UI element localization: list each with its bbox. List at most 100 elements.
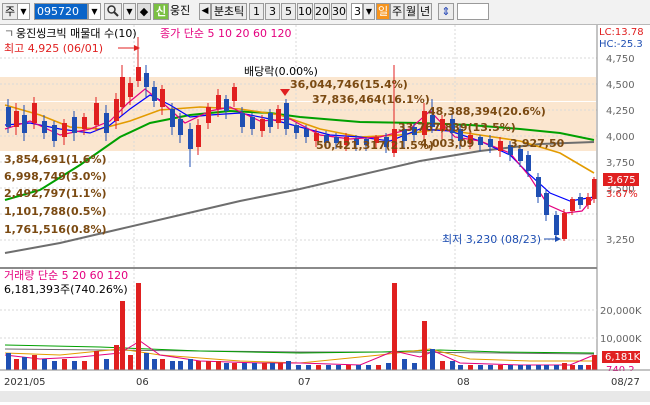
volume-bar bbox=[188, 359, 193, 370]
volume-bar bbox=[498, 365, 503, 370]
prev-stock-icon[interactable]: ◆ bbox=[137, 3, 151, 20]
volume-bar bbox=[278, 363, 283, 370]
candle bbox=[128, 83, 133, 97]
volume-bar bbox=[562, 363, 567, 370]
candle bbox=[52, 125, 57, 141]
interval-20-button[interactable]: 20 bbox=[314, 3, 330, 20]
volume-bar bbox=[52, 361, 57, 370]
candle bbox=[188, 129, 193, 149]
volume-profile-label: 2,492,797(1.1%) bbox=[4, 187, 107, 200]
count-input[interactable] bbox=[457, 3, 489, 20]
volume-bar bbox=[72, 361, 77, 370]
candle bbox=[196, 125, 201, 147]
candle bbox=[224, 99, 229, 111]
day-tab[interactable]: 일 bbox=[376, 3, 390, 20]
period-unit-tab[interactable]: 분초틱 bbox=[211, 3, 247, 20]
interval-3-button[interactable]: 3 bbox=[265, 3, 280, 20]
volume-profile-label: 36,044,746(15.4%) bbox=[290, 78, 408, 91]
volume-bar bbox=[518, 365, 523, 370]
volume-bar bbox=[376, 365, 381, 370]
volume-bar bbox=[458, 365, 463, 370]
candle bbox=[144, 73, 149, 87]
chevron-down-icon[interactable]: ▼ bbox=[363, 3, 375, 20]
volume-bar bbox=[120, 301, 125, 370]
volume-bar bbox=[392, 283, 397, 370]
candle bbox=[62, 123, 67, 137]
candle bbox=[114, 99, 119, 121]
volume-bar bbox=[508, 365, 513, 370]
volume-legend: 거래량 단순 5 20 60 120 bbox=[4, 269, 128, 282]
volume-bar bbox=[62, 359, 67, 370]
candle bbox=[82, 117, 87, 129]
x-tick: 2021/05 bbox=[4, 377, 46, 388]
volume-bar bbox=[160, 359, 165, 370]
legend-stock: ㄱ bbox=[4, 27, 14, 40]
volume-bar bbox=[336, 365, 341, 370]
month-tab[interactable]: 월 bbox=[404, 3, 418, 20]
lc-label: LC:13.78 bbox=[599, 27, 644, 38]
candle bbox=[6, 107, 11, 127]
chevron-down-icon[interactable]: ▼ bbox=[18, 3, 30, 20]
market-type-select[interactable]: 주 bbox=[2, 3, 18, 20]
hc-label: HC:-25.3 bbox=[599, 39, 643, 50]
week-tab[interactable]: 주 bbox=[390, 3, 404, 20]
candle bbox=[578, 197, 583, 205]
volume-profile-label: 37,836,464(16.1%) bbox=[312, 93, 430, 106]
x-tick: 07 bbox=[298, 377, 311, 388]
candle bbox=[562, 213, 567, 239]
volume-bar bbox=[592, 355, 597, 370]
max-price-label: 최고 4,925 (06/01) bbox=[4, 42, 103, 55]
legend-stock-name: 웅진씽크빅 매물대 수(10) bbox=[16, 27, 137, 40]
volume-bar bbox=[440, 361, 445, 370]
candle bbox=[488, 139, 493, 147]
y-tick: 4,500 bbox=[606, 80, 635, 91]
candle bbox=[94, 103, 99, 125]
volume-profile-label: 3,854,691(1.6%) bbox=[4, 153, 107, 166]
interval-1-button[interactable]: 1 bbox=[249, 3, 264, 20]
volume-bar bbox=[296, 365, 301, 370]
volume-bar bbox=[152, 359, 157, 370]
volume-bar bbox=[224, 363, 229, 370]
volume-bar bbox=[430, 349, 435, 370]
volume-bar bbox=[286, 361, 291, 370]
candle bbox=[14, 111, 19, 127]
volume-bar bbox=[170, 361, 175, 370]
chart-area[interactable]: 최고 4,925 (06/01) 최저 3,230 (08/23) 배당락(0.… bbox=[0, 25, 650, 402]
interval-10-button[interactable]: 10 bbox=[297, 3, 313, 20]
candle bbox=[22, 115, 27, 133]
volume-bar bbox=[6, 353, 11, 370]
volume-y-tick: 10,000K bbox=[600, 334, 642, 345]
updown-arrow-icon[interactable]: ⇕ bbox=[438, 3, 454, 20]
chart-toolbar: 주 ▼ 095720 ▼ ▼ ◆ 신 웅진 ◀ 분초틱 1 3 5 10 20 … bbox=[0, 0, 650, 25]
chevron-down-icon[interactable]: ▼ bbox=[88, 3, 101, 20]
volume-profile-label: 48,388,394(20.6%) bbox=[428, 105, 546, 118]
search-icon[interactable] bbox=[104, 3, 122, 20]
candle bbox=[72, 117, 77, 133]
candle bbox=[206, 107, 211, 123]
volume-profile-label: 50,421,317(21.5%) bbox=[316, 139, 434, 152]
candle bbox=[260, 119, 265, 131]
interval-5-button[interactable]: 5 bbox=[281, 3, 296, 20]
volume-bar bbox=[356, 365, 361, 370]
candle bbox=[250, 117, 255, 129]
candle bbox=[268, 113, 273, 127]
volume-bar bbox=[128, 355, 133, 370]
volume-gridlines bbox=[0, 309, 597, 339]
price-chart[interactable]: 최고 4,925 (06/01) 최저 3,230 (08/23) 배당락(0.… bbox=[0, 25, 650, 402]
dropdown-arrow-icon[interactable]: ▼ bbox=[123, 3, 136, 20]
volume-y-tick: 20,000K bbox=[600, 306, 642, 317]
horizontal-scrollbar[interactable] bbox=[0, 391, 650, 402]
candle bbox=[304, 129, 309, 137]
interval-input[interactable]: 3 bbox=[351, 3, 363, 20]
year-tab[interactable]: 년 bbox=[418, 3, 432, 20]
prev-button[interactable]: ◀ bbox=[199, 3, 211, 20]
volume-bar bbox=[326, 365, 331, 370]
interval-30-button[interactable]: 30 bbox=[331, 3, 347, 20]
dividend-label: 배당락(0.00%) bbox=[244, 65, 318, 78]
candle bbox=[536, 177, 541, 197]
stock-code-input[interactable]: 095720 bbox=[34, 3, 88, 20]
candle bbox=[160, 89, 165, 107]
volume-bar bbox=[586, 365, 591, 370]
volume-bar bbox=[346, 365, 351, 370]
volume-bar bbox=[544, 365, 549, 370]
